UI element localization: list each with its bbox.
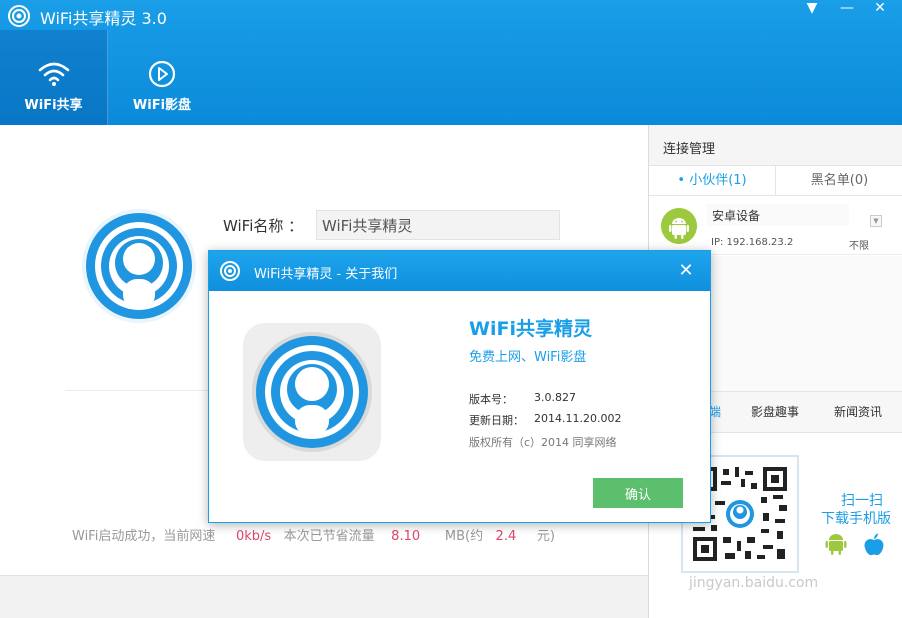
tab-wifi-disk-label: WiFi影盘 — [132, 98, 192, 113]
version-value: 3.0.827 — [534, 391, 576, 404]
confirm-button[interactable]: 确认 — [593, 478, 683, 508]
app-title: WiFi共享精灵 3.0 — [40, 9, 167, 28]
connection-tabs: • 小伙伴(1) 黑名单(0) — [649, 166, 902, 196]
tab-wifi-disk[interactable]: WiFi影盘 — [108, 30, 216, 125]
android-icon — [661, 208, 697, 244]
tab-news[interactable]: 新闻资讯 — [834, 392, 882, 432]
status-prefix: WiFi启动成功，当前网速 — [72, 529, 216, 544]
android-apple-icons — [825, 533, 884, 556]
menu-dropdown-button[interactable]: ▼ — [798, 0, 826, 16]
watermark: jingyan.baidu.com — [689, 575, 819, 591]
wifi-name-input[interactable] — [316, 210, 560, 240]
device-speed-limit: 不限 — [849, 241, 869, 252]
status-speed: 0kb/s — [236, 529, 272, 544]
play-icon — [148, 60, 176, 88]
android-small-icon — [825, 534, 847, 555]
dialog-close-button[interactable]: ✕ — [675, 260, 697, 282]
status-money: 2.4 — [495, 529, 517, 544]
status-line: WiFi启动成功，当前网速 0kb/s 本次已节省流量 8.10 MB(约 2.… — [72, 525, 555, 544]
window-close-button[interactable]: ✕ — [866, 0, 894, 16]
device-row[interactable]: 安卓设备 ▼ IP: 192.168.23.2 不限 — [649, 197, 902, 255]
connection-panel-title: 连接管理 — [649, 125, 902, 166]
dialog-title-bar: WiFi共享精灵 - 关于我们 ✕ — [209, 251, 710, 291]
download-mobile-text: 下载手机版 — [821, 511, 891, 527]
tab-disk-fun[interactable]: 影盘趣事 — [751, 392, 799, 432]
update-date-value: 2014.11.20.002 — [534, 412, 622, 425]
copyright-text: 版权所有（c）2014 同享网络 — [469, 436, 617, 449]
app-logo-large-icon — [252, 332, 372, 452]
dialog-logo-icon — [220, 261, 240, 281]
app-logo-icon — [8, 5, 30, 27]
wifi-icon — [38, 62, 69, 86]
tab-blacklist[interactable]: 黑名单(0) — [776, 166, 902, 196]
about-app-name: WiFi共享精灵 — [469, 318, 592, 340]
apple-icon — [864, 533, 884, 556]
app-icon — [243, 323, 381, 461]
title-header: WiFi共享精灵 3.0 ▼ — ✕ WiFi共享 WiFi影盘 — [0, 0, 902, 125]
update-date-label: 更新日期： — [469, 414, 524, 427]
minimize-button[interactable]: — — [833, 0, 861, 16]
tab-wifi-share[interactable]: WiFi共享 — [0, 30, 108, 125]
device-ip: IP: 192.168.23.2 — [711, 237, 794, 248]
status-suffix: 元) — [536, 529, 555, 544]
status-saved-value: 8.10 — [391, 529, 421, 544]
status-saved-label: 本次已节省流量 — [283, 529, 375, 544]
version-label: 版本号： — [469, 393, 513, 406]
tab-friends[interactable]: • 小伙伴(1) — [649, 166, 776, 196]
dialog-title: WiFi共享精灵 - 关于我们 — [254, 267, 398, 282]
about-dialog: WiFi共享精灵 - 关于我们 ✕ WiFi共享精灵 免费上网、WiFi影盘 版… — [208, 250, 711, 523]
scan-text: 扫一扫 — [841, 493, 883, 509]
device-name: 安卓设备 — [707, 204, 849, 226]
wifi-name-label: WiFi名称 ： — [223, 217, 304, 235]
status-unit: MB(约 — [444, 529, 484, 544]
tab-wifi-share-label: WiFi共享 — [24, 98, 83, 113]
about-tagline: 免费上网、WiFi影盘 — [469, 350, 587, 365]
bottom-bar — [0, 575, 648, 618]
device-dropdown[interactable]: ▼ — [870, 215, 882, 227]
wifi-logo-icon — [82, 209, 196, 323]
